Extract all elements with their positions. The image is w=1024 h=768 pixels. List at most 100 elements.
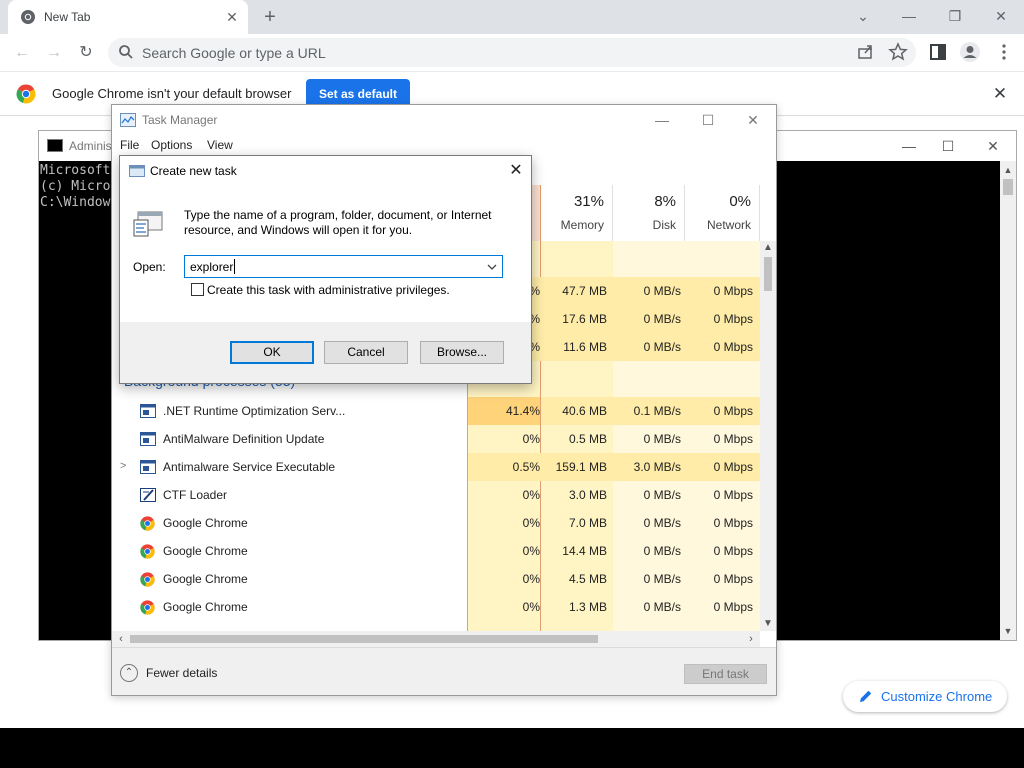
dialog-button-bar: OK Cancel Browse... — [120, 322, 531, 383]
chrome-toolbar: ← → ↻ Search Google or type a URL — [0, 34, 1024, 72]
service-window-icon — [140, 404, 156, 418]
horizontal-scroll-thumb[interactable] — [130, 635, 598, 643]
dialog-title: Create new task — [150, 164, 237, 178]
table-row[interactable]: Google Chrome 0% 1.3 MB 0 MB/s 0 Mbps — [112, 593, 762, 621]
tm-maximize-button[interactable]: ☐ — [693, 109, 723, 131]
browse-button[interactable]: Browse... — [420, 341, 504, 364]
infobar-message: Google Chrome isn't your default browser — [52, 86, 292, 101]
table-row[interactable]: Google Chrome 0% 14.4 MB 0 MB/s 0 Mbps — [112, 537, 762, 565]
table-row[interactable]: CTF Loader 0% 3.0 MB 0 MB/s 0 Mbps — [112, 481, 762, 509]
network-cell: 0 Mbps — [713, 544, 753, 558]
disk-cell: 0 MB/s — [643, 572, 681, 586]
cpu-cell: 0% — [522, 488, 540, 502]
cmd-close-button[interactable]: ✕ — [979, 135, 1007, 157]
vertical-scroll-thumb[interactable] — [764, 257, 772, 291]
cmd-maximize-button[interactable]: ☐ — [934, 135, 962, 157]
chrome-menu-icon[interactable] — [994, 42, 1014, 62]
side-panel-icon[interactable] — [928, 42, 948, 62]
tab-search-chevron-icon[interactable]: ⌄ — [848, 4, 878, 28]
task-manager-horizontal-scrollbar[interactable]: ‹ › — [112, 631, 760, 647]
network-cell: 0 Mbps — [713, 516, 753, 530]
infobar-close-icon[interactable]: ✕ — [990, 84, 1010, 104]
disk-total-pct: 8% — [654, 193, 676, 210]
scroll-right-icon[interactable]: › — [744, 632, 758, 646]
cmd-scroll-down-icon[interactable]: ▼ — [1000, 624, 1016, 638]
profile-avatar-icon[interactable] — [959, 41, 981, 63]
memory-cell: 7.0 MB — [568, 516, 607, 530]
service-window-icon — [140, 460, 156, 474]
disk-cell: 0 MB/s — [643, 516, 681, 530]
process-name: AntiMalware Definition Update — [163, 432, 325, 446]
cmd-scroll-up-icon[interactable]: ▲ — [1000, 163, 1016, 177]
open-combobox[interactable]: explorer — [184, 255, 503, 278]
memory-cell: 11.6 MB — [563, 340, 607, 354]
table-row[interactable]: Google Chrome 0% 4.5 MB 0 MB/s 0 Mbps — [112, 565, 762, 593]
task-manager-menubar: File Options View — [112, 135, 776, 155]
column-memory[interactable]: 31% Memory — [541, 185, 613, 241]
omnibox-placeholder: Search Google or type a URL — [142, 45, 326, 61]
forward-button[interactable]: → — [41, 40, 67, 66]
admin-privileges-checkbox[interactable] — [191, 283, 204, 296]
process-name: CTF Loader — [163, 488, 228, 502]
service-window-icon — [140, 432, 156, 446]
window-close-button[interactable]: ✕ — [986, 4, 1016, 28]
omnibox[interactable]: Search Google or type a URL — [108, 38, 916, 67]
table-row[interactable]: Google Chrome 0% 7.0 MB 0 MB/s 0 Mbps — [112, 509, 762, 537]
scroll-left-icon[interactable]: ‹ — [114, 632, 128, 646]
chevron-down-icon[interactable] — [485, 260, 499, 274]
network-cell: 0 Mbps — [713, 460, 753, 474]
run-dialog-icon — [129, 165, 145, 177]
disk-cell: 0 MB/s — [643, 488, 681, 502]
collapse-chevron-icon[interactable]: ⌃ — [120, 664, 138, 682]
column-power[interactable]: P — [760, 185, 762, 241]
tm-minimize-button[interactable]: — — [647, 109, 677, 131]
menu-file[interactable]: File — [120, 138, 139, 152]
task-manager-footer: ⌃ Fewer details End task — [112, 647, 776, 695]
back-button[interactable]: ← — [9, 40, 35, 66]
reload-button[interactable]: ↻ — [73, 40, 99, 66]
tm-close-button[interactable]: ✕ — [738, 109, 768, 131]
cmd-minimize-button[interactable]: — — [895, 135, 923, 157]
tab-new-tab[interactable]: New Tab ✕ — [8, 0, 248, 34]
menu-view[interactable]: View — [207, 138, 233, 152]
cmd-scroll-thumb[interactable] — [1003, 179, 1013, 195]
fewer-details-link[interactable]: Fewer details — [146, 666, 217, 680]
column-network[interactable]: 0% Network — [685, 185, 760, 241]
chrome-logo-icon — [16, 84, 36, 104]
dialog-titlebar[interactable]: Create new task ✕ — [120, 156, 531, 185]
memory-cell: 17.6 MB — [562, 312, 607, 326]
disk-cell: 0 MB/s — [643, 544, 681, 558]
table-row[interactable]: .NET Runtime Optimization Serv... 41.4% … — [112, 397, 762, 425]
new-tab-button[interactable]: + — [259, 6, 281, 28]
cpu-cell: 41.4% — [505, 404, 540, 418]
cancel-button[interactable]: Cancel — [324, 341, 408, 364]
cpu-cell: 0% — [522, 600, 540, 614]
admin-privileges-label[interactable]: Create this task with administrative pri… — [207, 283, 450, 297]
ok-button[interactable]: OK — [230, 341, 314, 364]
expand-chevron-icon[interactable]: > — [120, 460, 126, 472]
dialog-close-button[interactable]: ✕ — [502, 160, 530, 182]
share-icon[interactable] — [856, 42, 876, 62]
network-cell: 0 Mbps — [713, 404, 753, 418]
customize-chrome-label: Customize Chrome — [881, 689, 993, 704]
cmd-scrollbar[interactable]: ▲ ▼ — [1000, 161, 1016, 640]
menu-options[interactable]: Options — [151, 138, 192, 152]
column-disk[interactable]: 8% Disk — [613, 185, 685, 241]
tab-close-icon[interactable]: ✕ — [224, 9, 240, 25]
end-task-button[interactable]: End task — [684, 664, 767, 684]
table-row[interactable]: AntiMalware Definition Update 0% 0.5 MB … — [112, 425, 762, 453]
open-input-value[interactable]: explorer — [190, 260, 233, 274]
chrome-icon — [140, 600, 155, 615]
table-row[interactable]: > Antimalware Service Executable 0.5% 15… — [112, 453, 762, 481]
dialog-description: Type the name of a program, folder, docu… — [184, 208, 492, 237]
task-manager-vertical-scrollbar[interactable]: ▲ ▼ — [760, 241, 776, 631]
scroll-up-icon[interactable]: ▲ — [760, 241, 776, 255]
task-manager-titlebar[interactable]: Task Manager — ☐ ✕ — [112, 105, 776, 135]
create-new-task-dialog[interactable]: Create new task ✕ Type the name of a pro… — [119, 155, 532, 384]
window-minimize-button[interactable]: — — [894, 4, 924, 28]
pencil-icon — [860, 690, 872, 702]
bookmark-star-icon[interactable] — [888, 42, 908, 62]
window-restore-button[interactable]: ❐ — [940, 4, 970, 28]
customize-chrome-button[interactable]: Customize Chrome — [843, 681, 1007, 712]
scroll-down-icon[interactable]: ▼ — [760, 617, 776, 631]
